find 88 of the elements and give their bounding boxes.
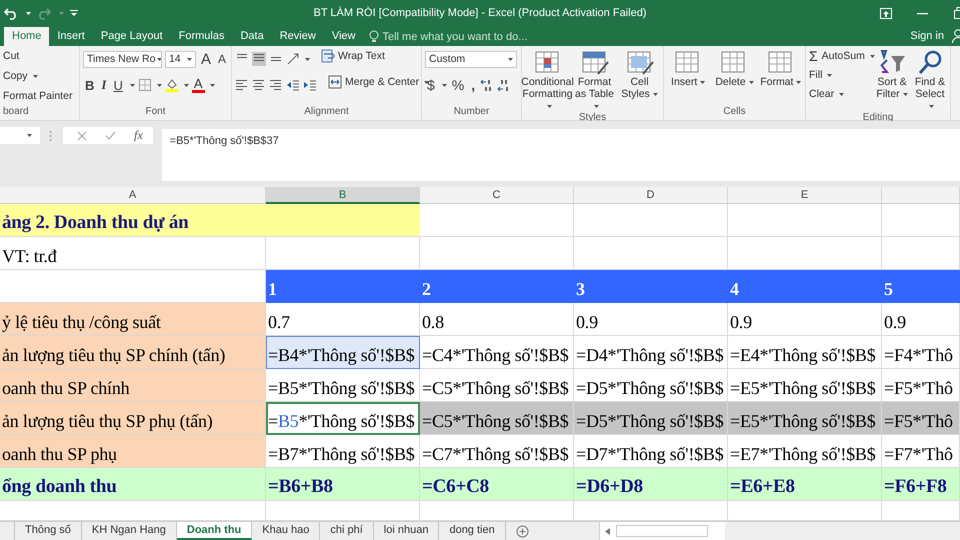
table-cell[interactable]: ỷ lệ tiêu thụ /công suất bbox=[0, 303, 266, 336]
table-cell[interactable]: =C6+C8 bbox=[420, 468, 574, 501]
table-cell[interactable]: 5 bbox=[882, 270, 960, 303]
toolbar-button[interactable]: B bbox=[83, 78, 96, 92]
table-cell[interactable]: 3 bbox=[574, 270, 728, 303]
ribbon-button[interactable]: Copy bbox=[3, 68, 38, 84]
table-cell[interactable]: =C4*'Thông số'!$B$ bbox=[420, 336, 574, 369]
ribbon-button[interactable]: Cut bbox=[3, 48, 20, 64]
table-cell[interactable]: 0.9 bbox=[574, 303, 728, 336]
sheet-tab[interactable]: dong tien bbox=[439, 522, 506, 540]
sheet-tab[interactable]: Doanh thu bbox=[176, 522, 252, 540]
ribbon-tab[interactable]: View bbox=[324, 27, 364, 46]
sheet-tab[interactable]: Thông số bbox=[15, 522, 82, 540]
ribbon-button[interactable]: Delete bbox=[713, 48, 756, 106]
column-header[interactable]: A bbox=[0, 187, 266, 204]
ribbon-button[interactable]: Format Painter bbox=[3, 88, 72, 104]
window-title: BT LÀM RÒI [Compatibility Mode] - Excel (Product Activation Failed) bbox=[312, 7, 648, 19]
toolbar-button[interactable]: I bbox=[99, 77, 108, 93]
sheet-tab[interactable]: chi phí bbox=[320, 522, 374, 540]
ribbon-button[interactable]: Fill bbox=[809, 67, 832, 83]
toolbar-button[interactable]: U bbox=[111, 78, 125, 92]
table-cell[interactable]: 4 bbox=[728, 270, 882, 303]
ribbon-button[interactable]: Clear bbox=[809, 86, 844, 102]
toolbar-button[interactable]: , bbox=[469, 77, 478, 93]
dropdown-field[interactable]: Custom bbox=[425, 50, 517, 68]
column-header[interactable]: B bbox=[266, 187, 420, 204]
table-cell[interactable]: =E5*'Thông số'!$B$ bbox=[728, 402, 882, 435]
ribbon-tab[interactable]: Insert bbox=[49, 27, 93, 46]
table-cell[interactable]: =D5*'Thông số'!$B$ bbox=[574, 402, 728, 435]
table-cell[interactable]: 0.9 bbox=[882, 303, 960, 336]
table-cell[interactable]: 0.9 bbox=[728, 303, 882, 336]
group-label: Font bbox=[145, 106, 166, 117]
ribbon-button[interactable]: Find & Select bbox=[913, 48, 947, 112]
wrap-text-button[interactable]: Wrap Text bbox=[321, 48, 385, 64]
toolbar-button[interactable]: A bbox=[192, 77, 205, 93]
table-cell[interactable]: =E4*'Thông số'!$B$ bbox=[728, 336, 882, 369]
table-cell[interactable]: VT: tr.đ bbox=[0, 237, 266, 270]
sheet-tab[interactable]: Khau hao bbox=[252, 522, 320, 540]
group-label: Number bbox=[454, 106, 490, 117]
table-cell[interactable]: =B5*'Thông số'!$B$ bbox=[266, 402, 420, 435]
table-cell[interactable]: =E6+E8 bbox=[728, 468, 882, 501]
table-cell[interactable]: =B4*'Thông số'!$B$ bbox=[266, 336, 420, 369]
group-label: Editing bbox=[862, 112, 894, 123]
dropdown-field[interactable]: 14 bbox=[164, 50, 196, 68]
group-label: Alignment bbox=[304, 106, 349, 117]
table-cell[interactable]: =F5*'Thô bbox=[882, 402, 960, 435]
sheet-tab[interactable]: loi nhuan bbox=[374, 522, 440, 540]
tell-me-field[interactable]: Tell me what you want to do... bbox=[363, 30, 542, 46]
toolbar-button[interactable]: % bbox=[450, 77, 466, 93]
ribbon-tab[interactable]: Page Layout bbox=[92, 27, 171, 46]
ribbon-button[interactable]: Cell Styles bbox=[619, 48, 660, 112]
table-cell[interactable]: oanh thu SP phụ bbox=[0, 435, 266, 468]
table-cell[interactable]: =B5*'Thông số'!$B$ bbox=[266, 369, 420, 402]
ribbon-button[interactable]: Insert bbox=[667, 48, 710, 106]
table-cell[interactable]: =C5*'Thông số'!$B$ bbox=[420, 402, 574, 435]
table-cell[interactable]: =D4*'Thông số'!$B$ bbox=[574, 336, 728, 369]
ribbon-tab[interactable]: Review bbox=[272, 27, 324, 46]
column-header[interactable]: E bbox=[728, 187, 882, 204]
ribbon-tab[interactable]: Data bbox=[232, 27, 272, 46]
table-cell[interactable]: =D6+D8 bbox=[574, 468, 728, 501]
table-cell[interactable]: ổng doanh thu bbox=[0, 468, 266, 501]
insert-function-button[interactable]: fx bbox=[134, 128, 143, 143]
table-cell[interactable]: =B6+B8 bbox=[266, 468, 420, 501]
table-cell[interactable]: ản lượng tiêu thụ SP chính (tấn) bbox=[0, 336, 266, 369]
table-cell[interactable]: 0.8 bbox=[420, 303, 574, 336]
ribbon-tab[interactable]: Home bbox=[4, 27, 50, 46]
group-label: board bbox=[3, 106, 29, 117]
ribbon-button[interactable]: Σ AutoSum bbox=[809, 48, 875, 64]
ribbon-tab[interactable]: Formulas bbox=[170, 27, 232, 46]
column-header[interactable]: C bbox=[420, 187, 574, 204]
group-label: Styles bbox=[578, 112, 606, 123]
table-cell[interactable]: 1 bbox=[266, 270, 420, 303]
table-cell[interactable]: oanh thu SP chính bbox=[0, 369, 266, 402]
table-cell[interactable]: 2 bbox=[420, 270, 574, 303]
formula-field[interactable]: =B5*'Thông số'!$B$37 bbox=[162, 129, 960, 181]
group-label: Cells bbox=[723, 106, 746, 117]
table-cell[interactable]: =F6+F8 bbox=[882, 468, 960, 501]
dropdown-field[interactable]: Times New Ro bbox=[83, 50, 162, 68]
table-cell[interactable]: ảng 2. Doanh thu dự án bbox=[0, 204, 266, 237]
ribbon-button[interactable]: Format bbox=[760, 48, 802, 106]
toolbar-button[interactable]: A bbox=[198, 50, 213, 68]
ribbon-button[interactable]: Sort & Filter bbox=[875, 48, 909, 112]
sign-in-link[interactable]: Sign in bbox=[910, 30, 952, 46]
column-header[interactable]: D bbox=[574, 187, 728, 204]
ribbon-button[interactable]: Format as Table bbox=[574, 48, 615, 112]
toolbar-button[interactable]: A bbox=[216, 52, 228, 66]
table-cell[interactable]: ản lượng tiêu thụ SP phụ (tấn) bbox=[0, 402, 266, 435]
table-cell[interactable]: =F4*'Thô bbox=[882, 336, 960, 369]
